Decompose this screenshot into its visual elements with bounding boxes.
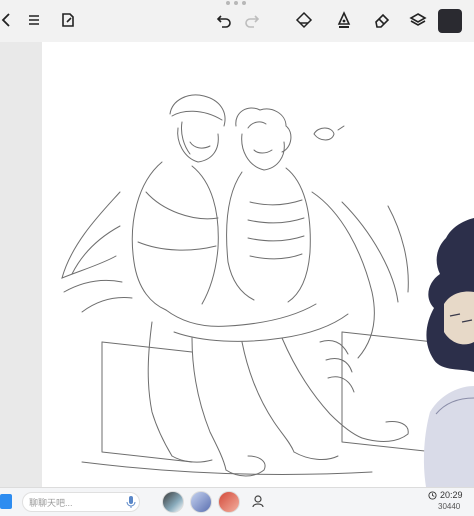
viewer-avatar-1[interactable] [162, 491, 184, 513]
hamburger-menu-icon[interactable] [22, 8, 46, 32]
redo-icon[interactable] [240, 8, 264, 32]
sketch-drawing [61, 94, 474, 487]
chat-icon[interactable] [0, 494, 12, 509]
viewer-avatar-2[interactable] [190, 491, 212, 513]
timer: 20:29 [428, 490, 463, 500]
time-label: 20:29 [440, 490, 463, 500]
left-margin [0, 42, 42, 487]
back-chevron-icon[interactable] [0, 8, 18, 32]
drag-grip[interactable] [216, 0, 256, 6]
undo-icon[interactable] [212, 8, 236, 32]
person-icon[interactable] [252, 495, 264, 508]
chat-input[interactable]: 聊聊天吧... [22, 492, 140, 512]
clock-icon [428, 490, 437, 500]
viewer-avatar-3[interactable] [218, 491, 240, 513]
edit-note-icon[interactable] [56, 8, 80, 32]
layers-icon[interactable] [406, 8, 430, 32]
viewer-count: 30440 [438, 502, 461, 511]
microphone-icon[interactable] [126, 495, 136, 509]
colored-character-figure [423, 218, 474, 487]
top-toolbar [0, 0, 474, 42]
current-color-swatch[interactable] [438, 9, 462, 33]
pen-nib-icon[interactable] [332, 8, 356, 32]
eraser-icon[interactable] [370, 8, 394, 32]
shapes-icon[interactable] [292, 8, 316, 32]
bottom-status-bar: 聊聊天吧... 20:29 30440 [0, 487, 474, 516]
drawing-canvas[interactable] [42, 42, 474, 487]
